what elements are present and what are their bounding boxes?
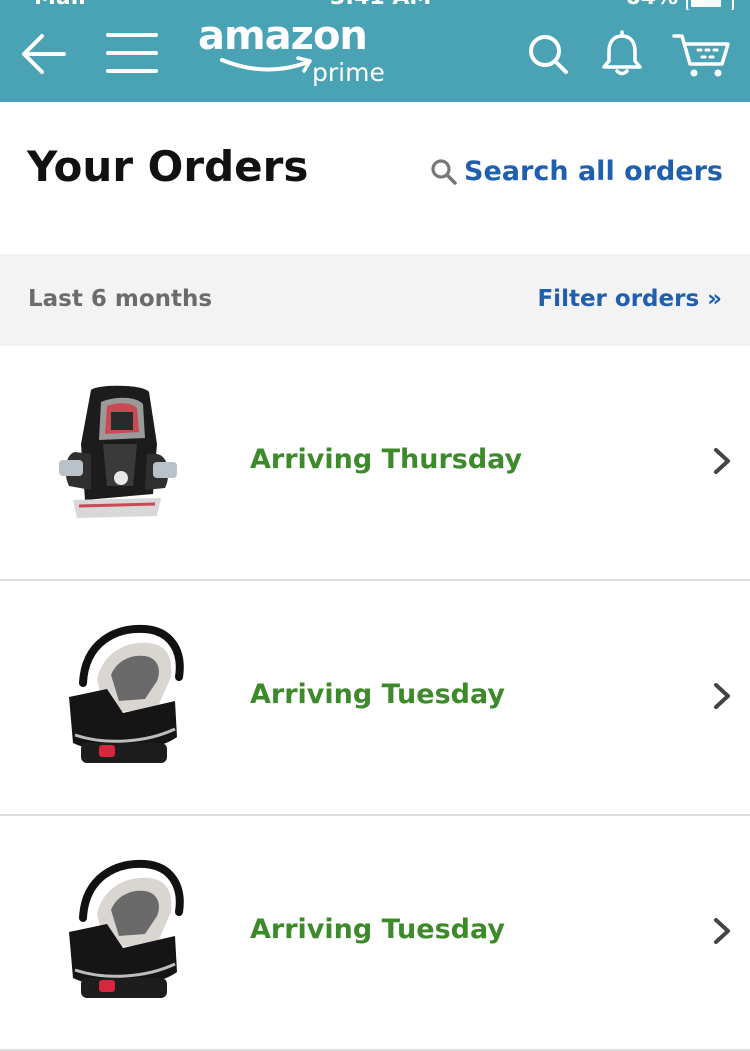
order-status: Arriving Thursday <box>250 444 523 475</box>
top-nav-bar: amazon prime <box>0 10 750 102</box>
hamburger-menu-icon[interactable] <box>106 32 158 74</box>
infant-car-seat-image <box>69 859 184 998</box>
status-bar: Mail 3:41 AM 64% <box>0 0 750 10</box>
search-all-orders-label: Search all orders <box>464 156 723 187</box>
filter-orders-link[interactable]: Filter orders » <box>537 286 722 312</box>
back-arrow-icon[interactable] <box>20 32 68 76</box>
order-row[interactable]: Arriving Tuesday <box>0 581 750 816</box>
convertible-car-seat-image <box>59 385 177 518</box>
order-row[interactable]: Arriving Tuesday <box>0 816 750 1051</box>
amazon-prime-logo[interactable]: amazon prime <box>198 16 398 98</box>
search-icon <box>431 158 457 185</box>
order-status: Arriving Tuesday <box>250 679 505 710</box>
search-all-orders-link[interactable]: Search all orders <box>430 156 723 187</box>
battery-icon <box>686 0 734 10</box>
clock-time: 3:41 AM <box>330 0 431 10</box>
cart-icon[interactable] <box>672 32 732 80</box>
page-title: Your Orders <box>27 142 309 191</box>
bell-icon[interactable] <box>600 30 644 78</box>
logo-smile-arrow <box>220 56 312 73</box>
infant-car-seat-image <box>69 624 184 763</box>
search-icon[interactable] <box>526 32 570 76</box>
logo-wordmark: amazon <box>198 13 368 59</box>
logo-prime-label: prime <box>312 58 385 87</box>
chevron-right-icon[interactable] <box>712 917 732 945</box>
chevron-right-icon[interactable] <box>712 447 732 475</box>
filter-range-label: Last 6 months <box>28 286 213 312</box>
order-status: Arriving Tuesday <box>250 914 505 945</box>
carrier-label: Mail <box>34 0 86 10</box>
battery-percent: 64% <box>625 0 678 10</box>
order-row[interactable]: Arriving Thursday <box>0 346 750 581</box>
chevron-right-icon[interactable] <box>712 682 732 710</box>
order-list: Arriving Thursday Arriving Tuesday Arriv… <box>0 346 750 1051</box>
filter-bar: Last 6 months Filter orders » <box>0 254 750 346</box>
